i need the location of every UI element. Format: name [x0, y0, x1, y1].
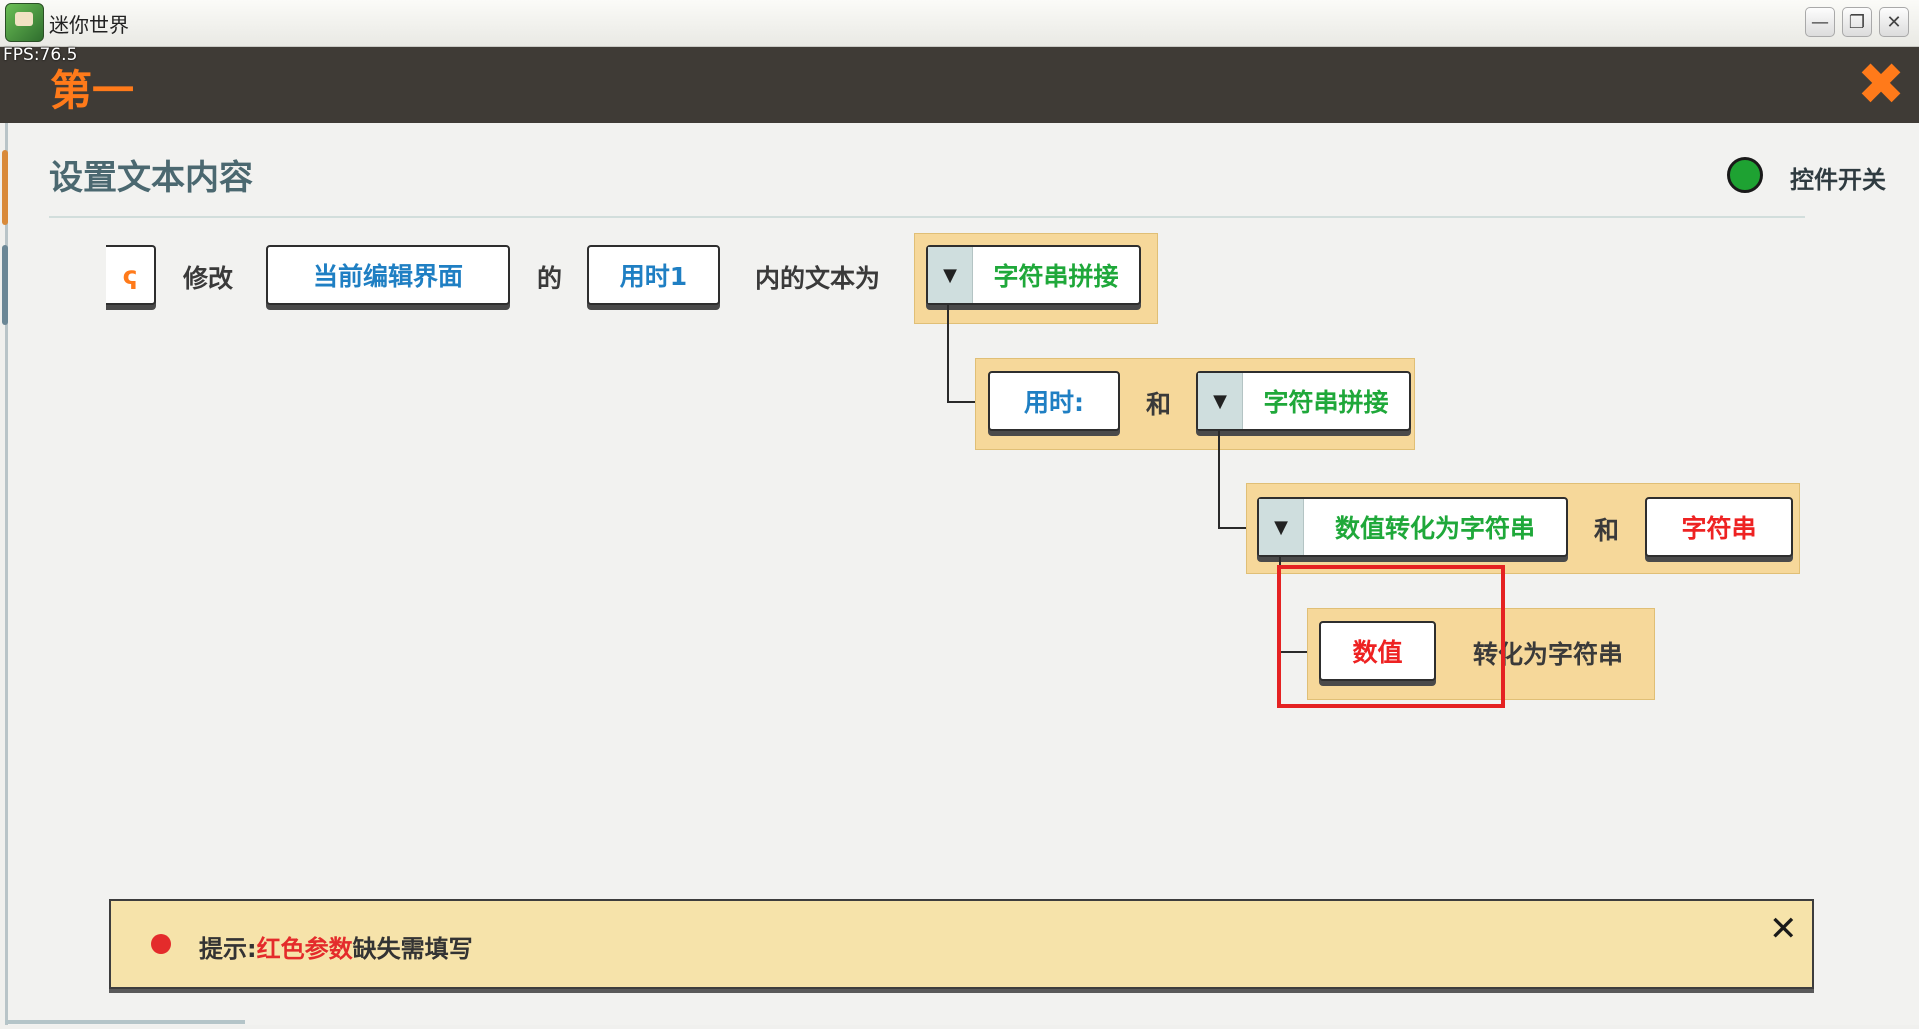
hint-suffix: 缺失需填写 — [352, 935, 473, 963]
fps-counter: FPS:76.5 — [3, 45, 78, 65]
window-close-button[interactable]: ✕ — [1879, 7, 1909, 37]
dropdown-arrow-icon: ▼ — [928, 247, 973, 303]
hint-highlight: 红色参数 — [256, 935, 353, 963]
num-to-string-label: 数值转化为字符串 — [1334, 514, 1535, 543]
control-switch-label: 控件开关 — [1790, 166, 1886, 194]
of-label: 的 — [537, 264, 563, 293]
dropdown-arrow-icon: ▼ — [1259, 499, 1304, 555]
target-ui-param[interactable]: 当前编辑界面 — [266, 245, 510, 305]
connector-line — [947, 305, 949, 403]
title-divider — [49, 216, 1805, 218]
restore-button[interactable]: ❐ — [1842, 7, 1872, 37]
side-tab-indicator-2 — [2, 245, 8, 325]
highlight-box — [1277, 565, 1505, 708]
concat-label-1: 字符串拼接 — [993, 262, 1119, 291]
editor-header: 第一 ✖ — [0, 47, 1919, 123]
hint-indicator-dot — [151, 934, 171, 954]
element-param[interactable]: 用时1 — [587, 245, 720, 305]
page-title: 设置文本内容 — [49, 158, 253, 198]
text-to-label: 内的文本为 — [755, 264, 881, 293]
control-switch-toggle[interactable] — [1727, 157, 1763, 193]
dropdown-arrow-icon: ▼ — [1198, 373, 1243, 429]
window-titlebar: 迷你世界 — ❐ ✕ — [0, 0, 1919, 47]
app-logo-icon — [5, 3, 44, 42]
cut-off-param-box[interactable]: ҁ — [106, 245, 156, 305]
window-title: 迷你世界 — [49, 13, 129, 37]
and-label-2: 和 — [1594, 516, 1620, 545]
num-to-string-dropdown[interactable]: ▼ 数值转化为字符串 — [1257, 497, 1568, 557]
connector-line — [1218, 431, 1220, 529]
hint-bar: 提示:红色参数缺失需填写 ✕ — [109, 899, 1814, 989]
concat-label-2: 字符串拼接 — [1263, 388, 1389, 417]
scrollbar[interactable] — [5, 1020, 245, 1024]
duration-text-param[interactable]: 用时: — [988, 371, 1120, 431]
concat-dropdown-2[interactable]: ▼ 字符串拼接 — [1196, 371, 1411, 431]
minimize-button[interactable]: — — [1805, 7, 1835, 37]
header-title: 第一 — [50, 66, 135, 115]
concat-dropdown-1[interactable]: ▼ 字符串拼接 — [926, 245, 1141, 305]
and-label-1: 和 — [1146, 390, 1172, 419]
hint-close-icon[interactable]: ✕ — [1769, 909, 1798, 949]
missing-string-param[interactable]: 字符串 — [1645, 497, 1793, 557]
hint-text: 提示:红色参数缺失需填写 — [199, 929, 473, 964]
hint-prefix: 提示: — [199, 935, 257, 963]
side-tab-indicator — [2, 150, 8, 225]
header-close-icon[interactable]: ✖ — [1852, 55, 1910, 113]
modify-label: 修改 — [183, 264, 234, 293]
